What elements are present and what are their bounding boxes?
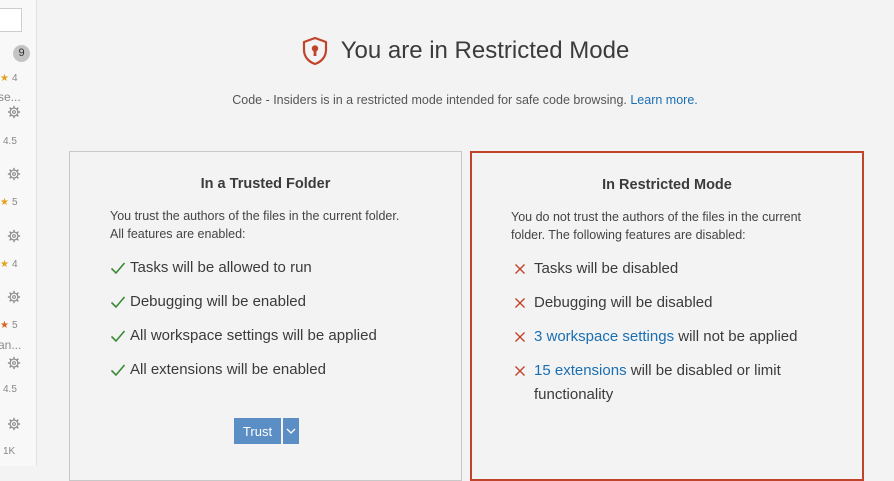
restricted-card-title: In Restricted Mode (602, 177, 732, 193)
trusted-folder-card: In a Trusted Folder You trust the author… (69, 151, 462, 481)
shield-lock-icon (302, 36, 327, 66)
list-item: 3 workspace settings will not be applied (514, 325, 842, 349)
list-item: Debugging will be enabled (110, 290, 441, 314)
list-item: Tasks will be allowed to run (110, 256, 441, 280)
list-item: 15 extensions will be disabled or limit … (514, 359, 842, 407)
chevron-down-icon (286, 428, 296, 434)
feature-text: Debugging will be disabled (534, 294, 713, 311)
feature-text: All workspace settings will be applied (130, 327, 377, 344)
check-icon (110, 324, 130, 348)
list-item: Debugging will be disabled (514, 291, 842, 315)
feature-text: 15 extensions will be disabled or limit … (534, 362, 781, 403)
trusted-feature-list: Tasks will be allowed to run Debugging w… (110, 256, 441, 392)
x-icon (514, 257, 534, 281)
subtitle-text: Code - Insiders is in a restricted mode … (232, 93, 627, 107)
restricted-feature-list: Tasks will be disabled Debugging will be… (514, 257, 842, 417)
rating: ★ 4 (0, 73, 18, 84)
restricted-mode-card: In Restricted Mode You do not trust the … (470, 151, 864, 481)
x-icon (514, 359, 534, 383)
trusted-desc-line: You trust the authors of the files in th… (110, 209, 400, 223)
extension-name-snippet[interactable]: se... (0, 90, 21, 104)
check-icon (110, 256, 130, 280)
gear-icon[interactable] (7, 417, 21, 431)
star-icon: ★ (0, 320, 9, 331)
restricted-desc-line: folder. The following features are disab… (511, 228, 746, 242)
trust-dropdown-button[interactable] (283, 418, 299, 444)
page-title: You are in Restricted Mode (340, 37, 630, 64)
trusted-card-title: In a Trusted Folder (200, 176, 331, 192)
extensions-link[interactable]: 15 extensions (534, 362, 627, 379)
star-icon: ★ (0, 197, 9, 208)
restricted-card-description: You do not trust the authors of the file… (511, 208, 832, 244)
gear-icon[interactable] (7, 356, 21, 370)
feature-text: Tasks will be disabled (534, 260, 679, 277)
trusted-card-description: You trust the authors of the files in th… (110, 207, 421, 243)
sidebar-search-input[interactable] (0, 8, 22, 32)
gear-icon[interactable] (7, 229, 21, 243)
list-item: Tasks will be disabled (514, 257, 842, 281)
star-icon: ★ (0, 259, 9, 270)
rating: ★ 5 (0, 320, 18, 331)
rating: ★ 4 (0, 259, 18, 270)
restricted-desc-line: You do not trust the authors of the file… (511, 210, 801, 224)
feature-text: Tasks will be allowed to run (130, 259, 312, 276)
check-icon (110, 290, 130, 314)
trust-button[interactable]: Trust (234, 418, 281, 444)
star-icon: ★ (0, 73, 9, 84)
gear-icon[interactable] (7, 290, 21, 304)
list-item: All workspace settings will be applied (110, 324, 441, 348)
feature-text: All extensions will be enabled (130, 361, 326, 378)
gear-icon[interactable] (7, 105, 21, 119)
rating-value: 4.5 (3, 136, 17, 147)
page-subtitle: Code - Insiders is in a restricted mode … (36, 93, 894, 107)
check-icon (110, 358, 130, 382)
learn-more-link[interactable]: Learn more. (630, 93, 697, 107)
workspace-settings-link[interactable]: 3 workspace settings (534, 328, 674, 345)
x-icon (514, 325, 534, 349)
gear-icon[interactable] (7, 167, 21, 181)
trusted-desc-line: All features are enabled: (110, 227, 246, 241)
extension-name-snippet[interactable]: an... (0, 338, 21, 352)
feature-text: 3 workspace settings will not be applied (534, 328, 798, 345)
rating: ★ 5 (0, 197, 18, 208)
x-icon (514, 291, 534, 315)
page-header: You are in Restricted Mode (0, 36, 894, 73)
trust-button-group: Trust (234, 418, 299, 444)
download-count: 1K (3, 446, 16, 457)
list-item: All extensions will be enabled (110, 358, 441, 382)
feature-text: Debugging will be enabled (130, 293, 306, 310)
rating-value: 4.5 (3, 384, 17, 395)
